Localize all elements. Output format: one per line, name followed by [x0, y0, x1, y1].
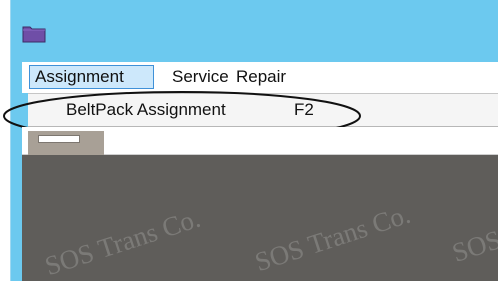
menu-item-beltpack-assignment[interactable]: BeltPack Assignment — [66, 98, 226, 122]
toolbar — [22, 127, 498, 155]
menu-service[interactable]: Service — [172, 65, 229, 89]
watermark-text: SOS Trans Co. — [41, 202, 204, 281]
folder-icon — [22, 23, 46, 43]
toolbar-icon — [38, 135, 80, 143]
toolbar-button[interactable] — [28, 131, 104, 155]
content-area[interactable]: SOS Trans Co. SOS Trans Co. SOS — [22, 155, 498, 281]
shortcut-label: F2 — [294, 100, 314, 119]
assignment-dropdown-menu: BeltPack Assignment F2 — [28, 93, 498, 127]
titlebar[interactable] — [10, 0, 498, 62]
menubar: Assignment Service Repair — [22, 62, 498, 93]
menu-repair[interactable]: Repair — [236, 65, 286, 89]
watermark-text: SOS — [448, 224, 498, 268]
watermark-text: SOS Trans Co. — [251, 198, 414, 278]
menu-assignment[interactable]: Assignment — [29, 65, 154, 89]
